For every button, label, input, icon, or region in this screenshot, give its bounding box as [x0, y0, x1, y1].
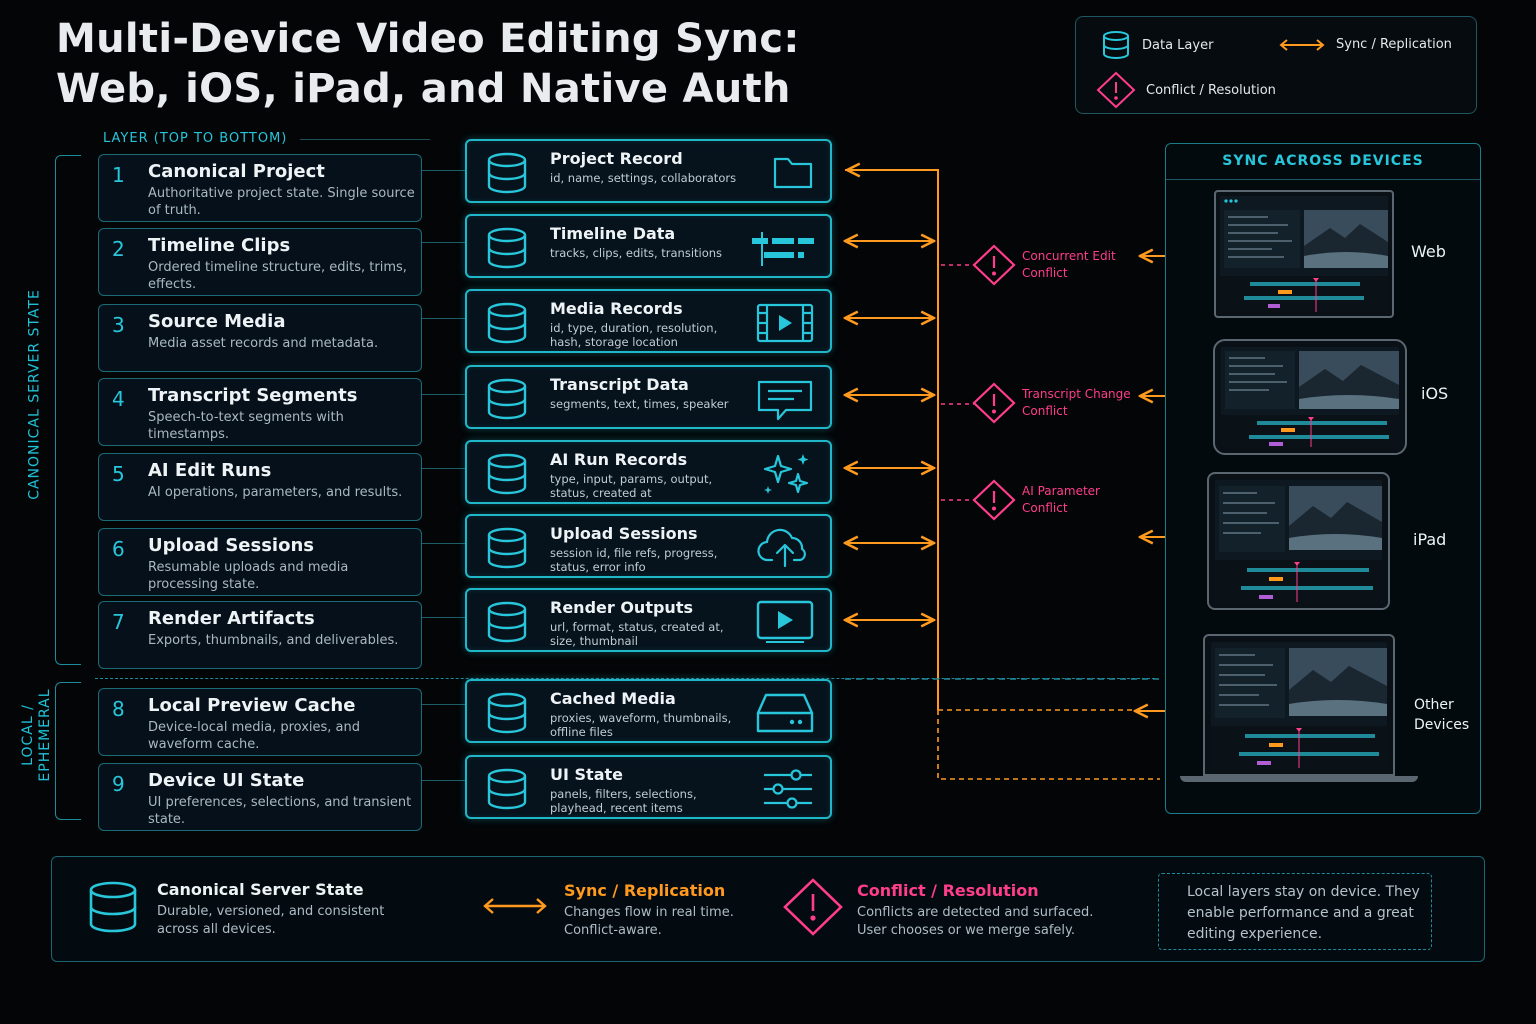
laptop-device-mockup	[1203, 634, 1395, 776]
ipad-device-mockup	[1207, 472, 1390, 610]
device-label-ios: iOS	[1421, 384, 1449, 403]
conflict-diamond-icon	[782, 877, 844, 937]
laptop-base	[1180, 776, 1418, 782]
editor-screen	[1220, 196, 1388, 312]
conflict-ai-parameter: AI Parameter Conflict	[972, 479, 1142, 521]
ios-device-mockup	[1213, 339, 1407, 455]
sync-panel-title: SYNC ACROSS DEVICES	[1222, 153, 1424, 169]
sync-legend: Sync / Replication Changes flow in real …	[564, 881, 734, 938]
conflict-diamond-icon	[972, 244, 1016, 286]
device-label-web: Web	[1411, 242, 1446, 261]
conflict-concurrent-edit: Concurrent Edit Conflict	[972, 244, 1142, 286]
conflict-diamond-icon	[972, 382, 1016, 424]
canonical-legend: Canonical Server State Durable, versione…	[157, 880, 385, 937]
device-label-ipad: iPad	[1413, 530, 1447, 549]
conflict-legend: Conflict / Resolution Conflicts are dete…	[857, 881, 1094, 938]
conflict-label: Transcript Change Conflict	[1022, 387, 1131, 418]
local-layers-note: Local layers stay on device. They enable…	[1158, 873, 1432, 950]
database-icon	[88, 881, 138, 935]
conflict-diamond-icon	[972, 479, 1016, 521]
conflict-label: Concurrent Edit Conflict	[1022, 249, 1116, 280]
double-arrow-icon	[482, 897, 548, 915]
editor-screen	[1211, 642, 1387, 768]
editor-screen	[1221, 347, 1399, 447]
editor-screen	[1215, 480, 1382, 602]
conflict-transcript-change: Transcript Change Conflict	[972, 382, 1142, 424]
bottom-legend: Canonical Server State Durable, versione…	[51, 856, 1485, 962]
device-label-other: Other Devices	[1414, 697, 1470, 733]
web-device-mockup	[1214, 190, 1394, 318]
conflict-label: AI Parameter Conflict	[1022, 484, 1100, 515]
sync-title-divider	[1166, 179, 1480, 180]
